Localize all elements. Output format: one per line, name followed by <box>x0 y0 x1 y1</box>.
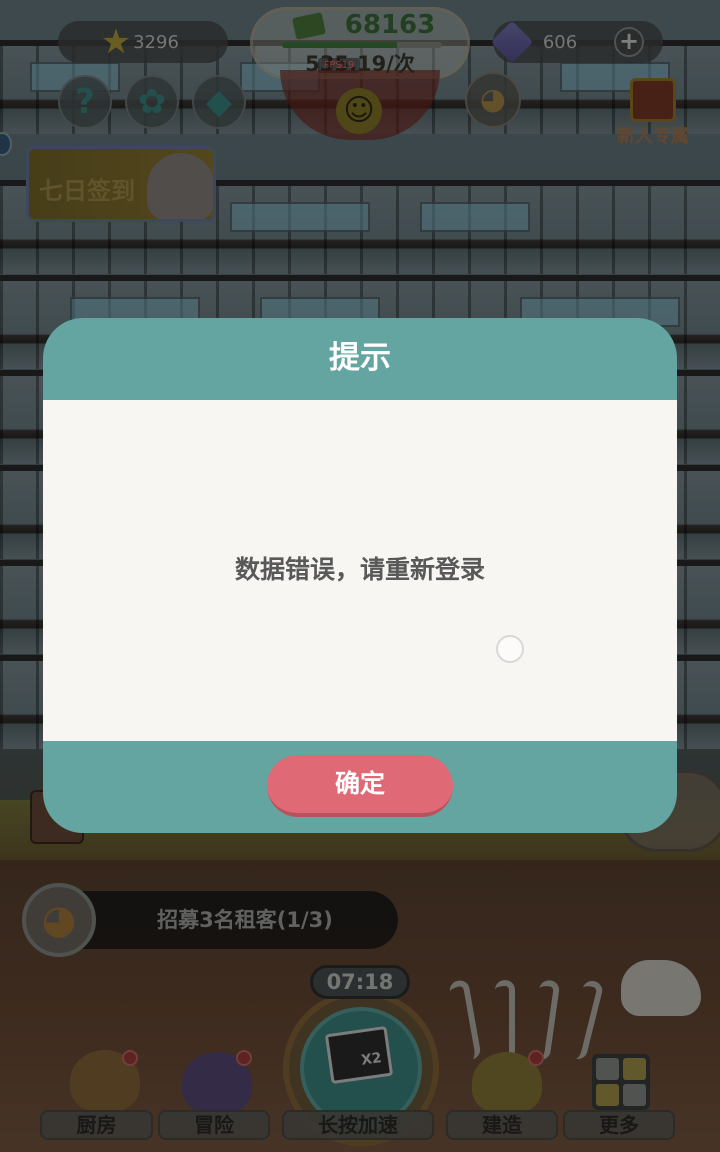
touch-cursor-icon <box>496 635 524 663</box>
dialog-body: 数据错误，请重新登录 <box>43 400 677 741</box>
dialog-title: 提示 <box>329 340 391 376</box>
confirm-button[interactable]: 确定 <box>267 755 453 817</box>
alert-dialog: 提示 数据错误，请重新登录 确定 <box>43 318 677 833</box>
dialog-message: 数据错误，请重新登录 <box>234 555 485 584</box>
